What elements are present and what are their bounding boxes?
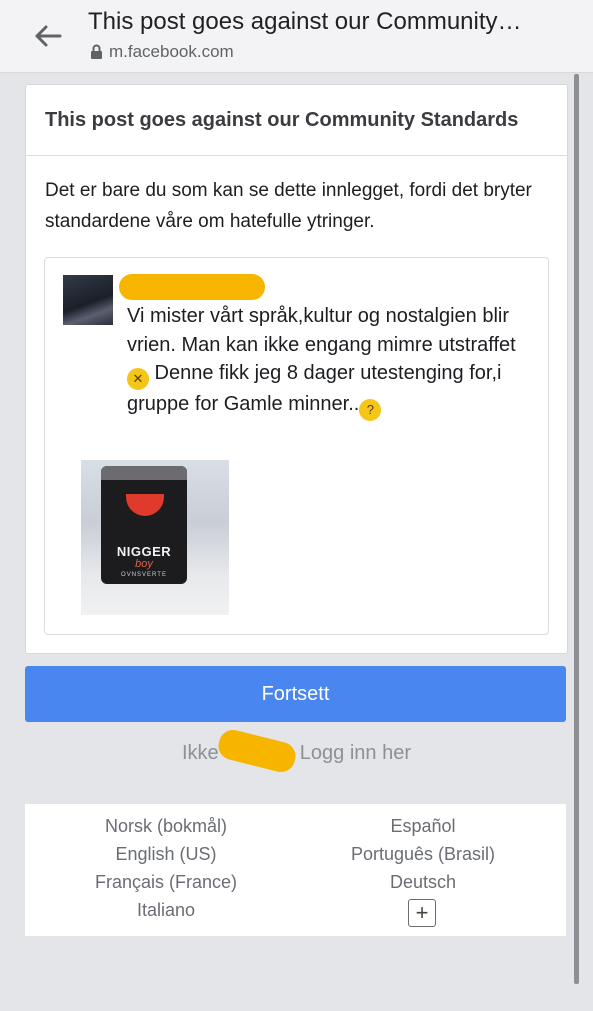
lock-icon (91, 44, 102, 59)
post-text: Vi mister vårt språk,kultur og nostalgie… (127, 302, 532, 421)
lang-portugues[interactable]: Português (Brasil) (293, 844, 553, 865)
can-label-small: OVNSVERTE (121, 572, 167, 578)
back-arrow-icon[interactable] (28, 18, 68, 54)
browser-toolbar: This post goes against our Community… m.… (0, 0, 593, 73)
can-label-main: NIGGER (116, 544, 172, 559)
redaction-mark (119, 274, 265, 300)
can-face-graphic (126, 494, 164, 516)
tin-can-image: NIGGER boy OVNSVERTE (101, 466, 187, 584)
page-title: This post goes against our Community… (88, 8, 522, 35)
scrollbar[interactable] (574, 74, 579, 984)
url-display[interactable]: m.facebook.com (90, 42, 234, 62)
can-label-script: boy (135, 558, 153, 570)
post-text-part1: Vi mister vårt språk,kultur og nostalgie… (127, 305, 516, 356)
avatar (63, 275, 113, 325)
continue-button[interactable]: Fortsett (25, 666, 566, 722)
login-here-text: Logg inn her (299, 742, 411, 764)
post-text-part2: Denne fikk jeg 8 dager utestenging for,i… (127, 362, 502, 415)
lang-francais[interactable]: Français (France) (36, 872, 296, 893)
language-selector: Norsk (bokmål) English (US) Français (Fr… (25, 804, 566, 936)
card-message: Det er bare du som kan se dette innlegge… (45, 180, 532, 232)
crying-face-icon: ✕ (127, 368, 149, 390)
community-standards-card: This post goes against our Community Sta… (25, 84, 568, 654)
card-header: This post goes against our Community Sta… (26, 85, 567, 156)
url-text: m.facebook.com (109, 42, 234, 61)
thinking-face-icon: ? (359, 399, 382, 421)
lang-espanol[interactable]: Español (293, 816, 553, 837)
plus-icon[interactable]: + (408, 899, 436, 927)
lang-deutsch[interactable]: Deutsch (293, 872, 553, 893)
not-you-prefix: Ikke (181, 742, 219, 764)
lang-english[interactable]: English (US) (36, 844, 296, 865)
not-you-login-link[interactable]: Ikke Logg inn her (0, 742, 593, 765)
redaction-mark (215, 727, 299, 775)
post-image[interactable]: NIGGER boy OVNSVERTE (81, 460, 229, 615)
lang-italiano[interactable]: Italiano (36, 900, 296, 921)
lang-norsk[interactable]: Norsk (bokmål) (36, 816, 296, 837)
post-preview: Vi mister vårt språk,kultur og nostalgie… (44, 257, 549, 635)
